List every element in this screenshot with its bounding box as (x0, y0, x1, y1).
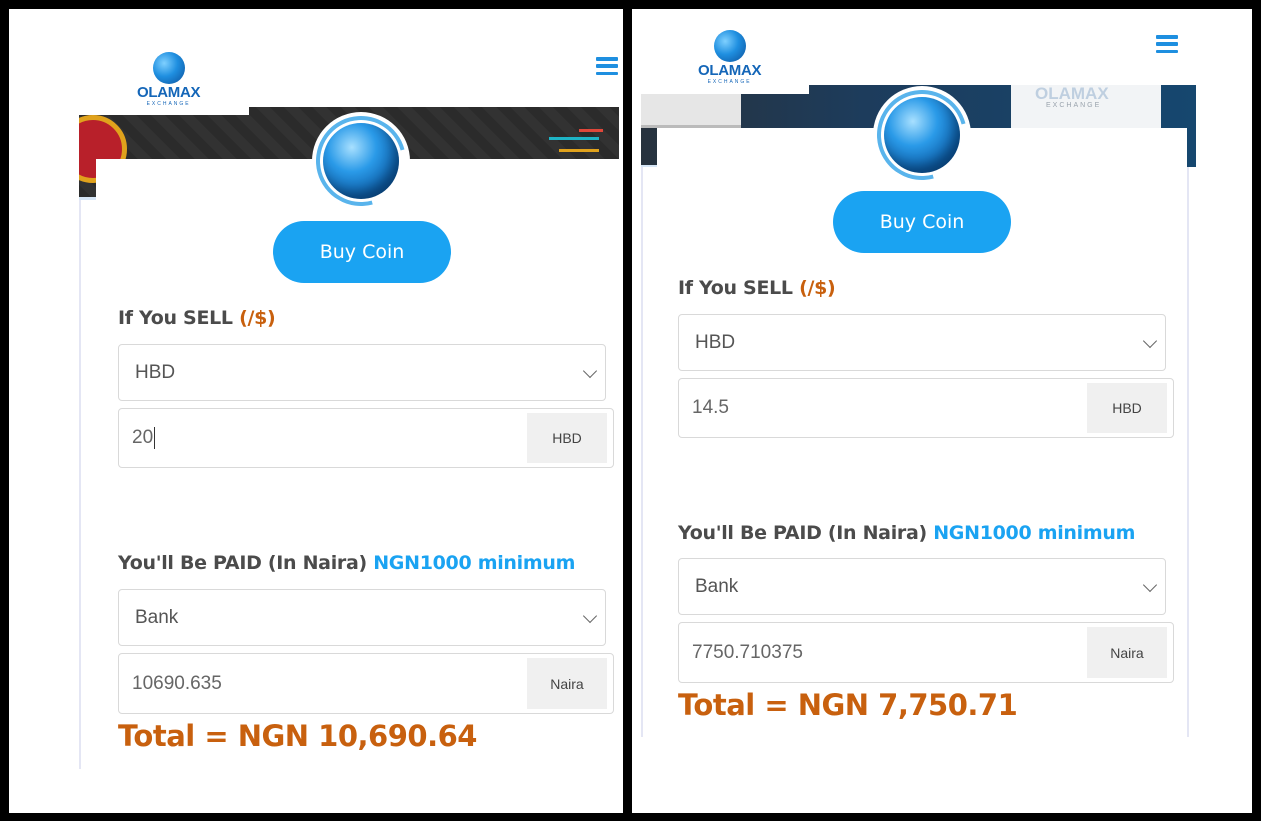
naira-unit-addon: Naira (527, 658, 607, 709)
card-border (641, 167, 643, 737)
banner-stripe (549, 137, 599, 140)
hamburger-menu-icon[interactable] (1156, 35, 1178, 53)
olamax-logo[interactable]: OLAMAX EXCHANGE (137, 52, 201, 107)
payment-method-select[interactable]: Bank (118, 589, 606, 646)
avatar (860, 73, 984, 197)
total-amount: Total = NGN 7,750.71 (678, 688, 1018, 722)
coin-select[interactable]: HBD (678, 314, 1166, 371)
paid-label: You'll Be PAID (In Naira) NGN1000 minimu… (678, 522, 1136, 544)
naira-unit-addon: Naira (1087, 627, 1167, 678)
logo-subtext: EXCHANGE (707, 79, 752, 85)
chevron-down-icon (582, 363, 598, 378)
screenshot-right: OLAMAX EXCHANGE OLAMAX EXCHANGE Buy Coin… (632, 9, 1252, 813)
text-caret (154, 427, 156, 449)
logo-text: OLAMAX (137, 84, 201, 101)
card-border (1187, 167, 1189, 737)
amount-unit-addon: HBD (527, 413, 607, 463)
logo-subtext: EXCHANGE (146, 101, 191, 107)
chevron-down-icon (582, 608, 598, 623)
coin-select[interactable]: HBD (118, 344, 606, 401)
globe-logo-icon (152, 52, 185, 84)
amount-input[interactable]: 14.5 HBD (678, 378, 1174, 438)
naira-amount-input[interactable]: 7750.710375 Naira (678, 622, 1174, 683)
banner-stripe (579, 129, 603, 132)
chevron-down-icon (1142, 577, 1158, 592)
logo-text: OLAMAX (698, 62, 762, 79)
screenshot-left: OLAMAX EXCHANGE Buy Coin If You SELL (/$… (9, 9, 623, 813)
buy-coin-button[interactable]: Buy Coin (273, 221, 451, 283)
sell-label: If You SELL (/$) (118, 307, 276, 329)
avatar (299, 99, 423, 223)
total-amount: Total = NGN 10,690.64 (118, 719, 477, 753)
card-accent-line (79, 197, 96, 200)
banner-stripe (559, 149, 599, 152)
paid-label: You'll Be PAID (In Naira) NGN1000 minimu… (118, 552, 576, 574)
buy-coin-button[interactable]: Buy Coin (833, 191, 1011, 253)
olamax-logo[interactable]: OLAMAX EXCHANGE (698, 30, 762, 85)
amount-unit-addon: HBD (1087, 383, 1167, 433)
card-border (79, 199, 81, 769)
amount-input[interactable]: 20 HBD (118, 408, 614, 468)
hamburger-menu-icon[interactable] (596, 57, 618, 75)
naira-amount-input[interactable]: 10690.635 Naira (118, 653, 614, 714)
banner-shirt-subtext: EXCHANGE (1046, 102, 1102, 109)
globe-logo-icon (713, 30, 746, 62)
chevron-down-icon (1142, 333, 1158, 348)
sell-label: If You SELL (/$) (678, 277, 836, 299)
payment-method-select[interactable]: Bank (678, 558, 1166, 615)
